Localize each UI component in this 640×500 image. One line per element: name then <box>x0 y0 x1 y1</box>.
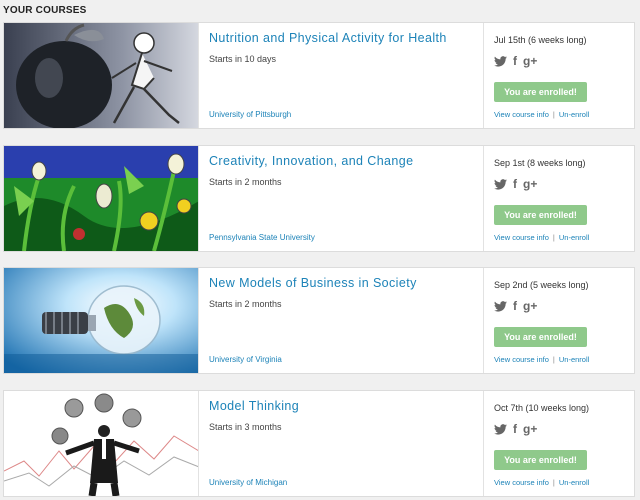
course-links: View course info | Un-enroll <box>494 478 589 487</box>
university-link[interactable]: University of Michigan <box>209 478 287 487</box>
course-title[interactable]: Creativity, Innovation, and Change <box>209 154 413 168</box>
link-separator: | <box>552 233 555 242</box>
course-info: New Models of Business in Society Starts… <box>200 268 484 373</box>
university-link[interactable]: Pennsylvania State University <box>209 233 315 242</box>
enrolled-badge: You are enrolled! <box>494 327 587 347</box>
course-info: Creativity, Innovation, and Change Start… <box>200 146 484 251</box>
share-icons: f g+ <box>494 55 537 67</box>
course-start-text: Starts in 2 months <box>209 299 282 309</box>
course-links: View course info | Un-enroll <box>494 355 589 364</box>
course-title[interactable]: Model Thinking <box>209 399 299 413</box>
course-title[interactable]: New Models of Business in Society <box>209 276 417 290</box>
unenroll-link[interactable]: Un-enroll <box>559 355 589 364</box>
enrolled-badge: You are enrolled! <box>494 205 587 225</box>
course-meta: Oct 7th (10 weeks long) f g+ You are enr… <box>485 391 635 496</box>
twitter-icon[interactable] <box>494 55 507 67</box>
section-title: YOUR COURSES <box>3 5 87 16</box>
enrolled-badge: You are enrolled! <box>494 82 587 102</box>
course-meta: Sep 2nd (5 weeks long) f g+ You are enro… <box>485 268 635 373</box>
link-separator: | <box>552 355 555 364</box>
unenroll-link[interactable]: Un-enroll <box>559 110 589 119</box>
course-date: Sep 2nd (5 weeks long) <box>494 280 589 290</box>
course-card: Nutrition and Physical Activity for Heal… <box>3 22 635 129</box>
apple-runner-illustration <box>4 23 198 128</box>
facebook-icon[interactable]: f <box>513 423 517 435</box>
google-plus-icon[interactable]: g+ <box>523 55 537 67</box>
juggling-globes-illustration <box>4 391 198 496</box>
course-card: Model Thinking Starts in 3 months Univer… <box>3 390 635 497</box>
google-plus-icon[interactable]: g+ <box>523 423 537 435</box>
course-links: View course info | Un-enroll <box>494 233 589 242</box>
course-meta: Sep 1st (8 weeks long) f g+ You are enro… <box>485 146 635 251</box>
link-separator: | <box>552 110 555 119</box>
twitter-icon[interactable] <box>494 423 507 435</box>
twitter-icon[interactable] <box>494 178 507 190</box>
share-icons: f g+ <box>494 178 537 190</box>
view-course-info-link[interactable]: View course info <box>494 478 549 487</box>
google-plus-icon[interactable]: g+ <box>523 178 537 190</box>
facebook-icon[interactable]: f <box>513 178 517 190</box>
course-links: View course info | Un-enroll <box>494 110 589 119</box>
course-card: New Models of Business in Society Starts… <box>3 267 635 374</box>
course-date: Jul 15th (6 weeks long) <box>494 35 587 45</box>
share-icons: f g+ <box>494 423 537 435</box>
course-info: Nutrition and Physical Activity for Heal… <box>200 23 484 128</box>
course-start-text: Starts in 10 days <box>209 54 277 64</box>
course-image-model-thinking[interactable] <box>4 391 199 496</box>
course-info: Model Thinking Starts in 3 months Univer… <box>200 391 484 496</box>
course-image-creativity[interactable] <box>4 146 199 251</box>
view-course-info-link[interactable]: View course info <box>494 233 549 242</box>
unenroll-link[interactable]: Un-enroll <box>559 233 589 242</box>
course-start-text: Starts in 3 months <box>209 422 282 432</box>
course-image-nutrition[interactable] <box>4 23 199 128</box>
share-icons: f g+ <box>494 300 537 312</box>
enrolled-badge: You are enrolled! <box>494 450 587 470</box>
university-link[interactable]: University of Pittsburgh <box>209 110 291 119</box>
globe-lightbulb-illustration <box>4 268 198 373</box>
course-date: Oct 7th (10 weeks long) <box>494 403 590 413</box>
twitter-icon[interactable] <box>494 300 507 312</box>
course-date: Sep 1st (8 weeks long) <box>494 158 586 168</box>
unenroll-link[interactable]: Un-enroll <box>559 478 589 487</box>
university-link[interactable]: University of Virginia <box>209 355 282 364</box>
facebook-icon[interactable]: f <box>513 55 517 67</box>
lightbulb-plants-illustration <box>4 146 198 251</box>
facebook-icon[interactable]: f <box>513 300 517 312</box>
course-meta: Jul 15th (6 weeks long) f g+ You are enr… <box>485 23 635 128</box>
view-course-info-link[interactable]: View course info <box>494 110 549 119</box>
course-image-business[interactable] <box>4 268 199 373</box>
google-plus-icon[interactable]: g+ <box>523 300 537 312</box>
course-title[interactable]: Nutrition and Physical Activity for Heal… <box>209 31 447 45</box>
link-separator: | <box>552 478 555 487</box>
view-course-info-link[interactable]: View course info <box>494 355 549 364</box>
course-card: Creativity, Innovation, and Change Start… <box>3 145 635 252</box>
course-start-text: Starts in 2 months <box>209 177 282 187</box>
